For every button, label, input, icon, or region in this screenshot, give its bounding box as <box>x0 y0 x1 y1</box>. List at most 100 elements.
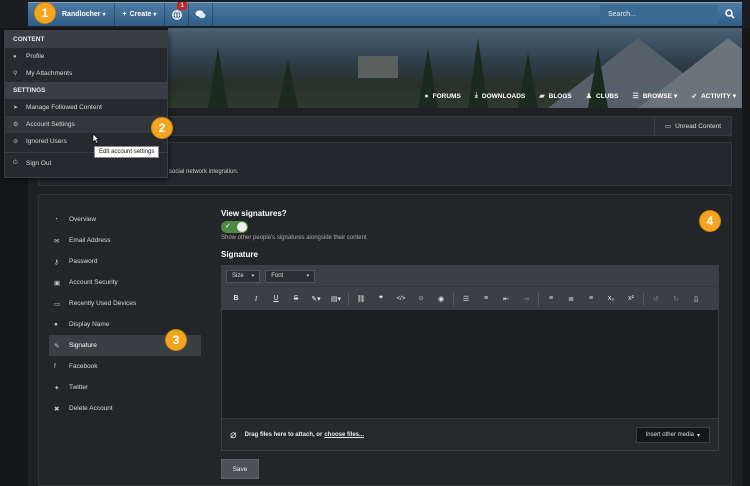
toolbar-divider <box>538 291 539 306</box>
chevron-down-icon: ▾ <box>673 93 678 100</box>
view-signatures-toggle[interactable]: ✓ <box>221 221 248 233</box>
emoji-icon[interactable]: ☺ <box>411 290 431 308</box>
quote-icon[interactable]: ❞ <box>371 290 391 308</box>
menu-item-attachments[interactable]: ⚲ My Attachments <box>5 65 167 82</box>
sidebar-item-label: Password <box>69 258 98 265</box>
sidebar-item-email[interactable]: ✉ Email Address <box>49 230 201 251</box>
text-color-icon[interactable]: ✎▾ <box>306 290 326 308</box>
sidebar-item-label: Display Name <box>69 321 110 328</box>
attach-text: Drag files here to attach, or <box>244 431 323 438</box>
create-button[interactable]: + Create ▾ <box>115 3 166 26</box>
chevron-down-icon: ▾ <box>153 12 157 18</box>
menu-heading-content: CONTENT <box>5 31 167 48</box>
search-icon <box>725 9 735 19</box>
search-placeholder: Search... <box>608 11 637 18</box>
link-icon[interactable]: ⛓ <box>351 290 371 308</box>
align-left-icon[interactable]: ≡ <box>541 290 561 308</box>
sidebar-item-label: Email Address <box>69 237 111 244</box>
source-icon[interactable]: ▯ <box>686 290 706 308</box>
twitter-icon: ✦ <box>54 384 60 392</box>
sidebar-item-password[interactable]: ⚷ Password <box>49 251 201 272</box>
italic-icon[interactable]: I <box>246 290 266 308</box>
bold-icon[interactable]: B <box>226 290 246 308</box>
align-center-icon[interactable]: ≣ <box>561 290 581 308</box>
sidebar-item-facebook[interactable]: f Facebook <box>49 356 201 377</box>
paperclip-icon: ⚲ <box>13 71 18 77</box>
nav-forums[interactable]: ● FORUMS <box>424 93 460 100</box>
sidebar-item-label: Signature <box>69 342 97 349</box>
power-icon: ⏻ <box>13 160 18 166</box>
attachment-dropzone[interactable]: ⌀ Drag files here to attach, or choose f… <box>222 418 718 450</box>
info-text: social network integration. <box>169 169 239 175</box>
notifications-button[interactable]: 1 <box>165 2 190 26</box>
toolbar-divider <box>643 291 644 306</box>
user-name: Randlocher <box>62 11 101 18</box>
plus-icon: + <box>122 11 127 18</box>
chevron-down-icon: ▾ <box>251 273 255 279</box>
banner-castle <box>358 56 398 78</box>
callout-1: 1 <box>35 3 55 23</box>
outdent-icon[interactable]: ⇤ <box>496 290 516 308</box>
menu-item-label: Sign Out <box>26 160 52 167</box>
unread-content-link[interactable]: ▭ Unread Content <box>653 117 731 135</box>
signature-textarea[interactable] <box>222 310 718 418</box>
undo-icon[interactable]: ↺ <box>646 290 666 308</box>
sidebar-item-overview[interactable]: ◔ Overview <box>49 209 201 230</box>
sidebar-item-devices[interactable]: ▭ Recently Used Devices <box>49 293 201 314</box>
toolbar-divider <box>348 291 349 306</box>
align-right-icon[interactable]: ≡ <box>581 290 601 308</box>
nav-clubs[interactable]: ♟ CLUBS <box>586 92 619 101</box>
superscript-icon[interactable]: x² <box>621 290 641 308</box>
menu-item-profile[interactable]: ● Profile <box>5 48 167 65</box>
strikethrough-icon[interactable]: S <box>286 290 306 308</box>
bullet-list-icon[interactable]: ☰ <box>456 290 476 308</box>
user-icon: ● <box>54 321 58 328</box>
sidebar-item-label: Overview <box>69 216 97 223</box>
search-button[interactable] <box>718 3 742 25</box>
nav-activity[interactable]: ➶ ACTIVITY ▾ <box>691 92 736 101</box>
underline-icon[interactable]: U <box>266 290 286 308</box>
chevron-down-icon: ▾ <box>732 93 736 100</box>
lock-icon: ▣ <box>54 279 61 287</box>
menu-item-followed-content[interactable]: ➤ Manage Followed Content <box>5 99 167 116</box>
view-signatures-description: Show other people's signatures alongside… <box>221 235 367 241</box>
spoiler-icon[interactable]: ◉ <box>431 290 451 308</box>
signature-title: Signature <box>221 250 258 259</box>
messages-button[interactable] <box>189 3 214 26</box>
pencil-icon: ✎ <box>54 342 60 350</box>
globe-icon <box>172 9 182 20</box>
close-icon: ✖ <box>54 405 60 413</box>
indent-icon[interactable]: ⇥ <box>516 290 536 308</box>
nav-label: DOWNLOADS <box>481 92 526 100</box>
sidebar-item-delete-account[interactable]: ✖ Delete Account <box>49 398 201 419</box>
nav-blogs[interactable]: ▰ BLOGS <box>539 92 572 101</box>
callout-2: 2 <box>152 118 172 138</box>
font-size-select[interactable]: Size ▾ <box>226 269 261 283</box>
notification-badge: 1 <box>177 2 187 10</box>
choose-files-link[interactable]: choose files... <box>324 432 364 438</box>
chevron-down-icon: ▾ <box>696 432 700 439</box>
redo-icon[interactable]: ↻ <box>666 290 686 308</box>
font-family-select[interactable]: Font ▾ <box>265 269 316 283</box>
menu-item-account-settings[interactable]: ⚙ Account Settings <box>5 116 167 133</box>
save-button[interactable]: Save <box>221 459 259 479</box>
insert-media-button[interactable]: Insert other media ▾ <box>635 427 710 443</box>
paragraph-style-icon[interactable]: ▤▾ <box>326 290 346 308</box>
key-icon: ⚷ <box>54 258 59 266</box>
send-icon: ➤ <box>13 105 19 111</box>
laptop-icon: ▭ <box>54 300 61 308</box>
menu-item-label: Profile <box>26 53 45 60</box>
check-icon: ✓ <box>225 223 231 230</box>
menu-item-label: Account Settings <box>26 121 75 128</box>
sidebar-item-twitter[interactable]: ✦ Twitter <box>49 377 201 398</box>
nav-label: ACTIVITY <box>701 92 731 100</box>
numbered-list-icon[interactable]: ≡ <box>476 290 496 308</box>
search-input[interactable]: Search... <box>600 5 718 24</box>
chevron-down-icon: ▾ <box>102 12 106 18</box>
nav-browse[interactable]: ☰ BROWSE ▾ <box>632 92 678 101</box>
sidebar-item-security[interactable]: ▣ Account Security <box>49 272 201 293</box>
code-icon[interactable]: </> <box>391 290 411 308</box>
subscript-icon[interactable]: x₂ <box>601 290 621 308</box>
sidebar-item-label: Twitter <box>69 384 89 391</box>
nav-downloads[interactable]: ⤓ DOWNLOADS <box>475 92 525 100</box>
